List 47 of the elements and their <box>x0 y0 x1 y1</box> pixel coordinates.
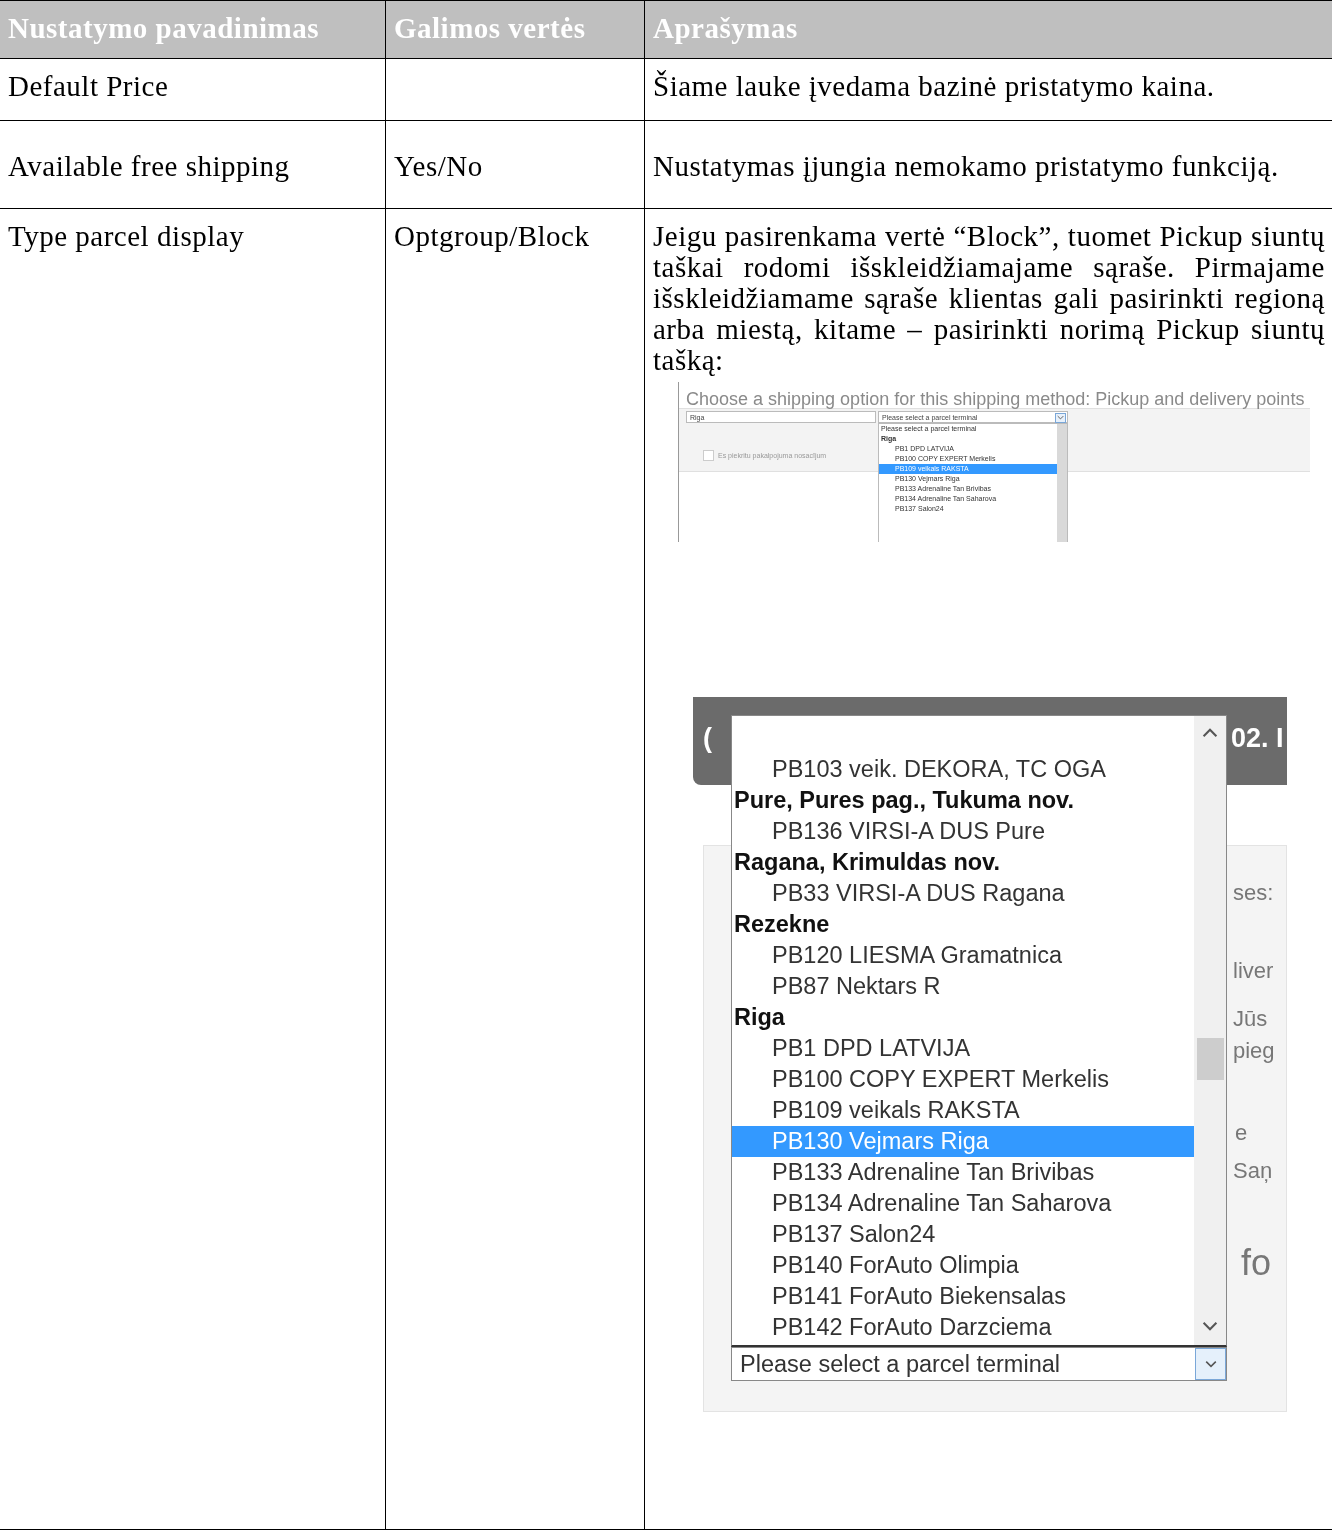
setting-name-header: Nustatymo pavadinimas <box>0 0 386 59</box>
dropdown-option[interactable]: PB109 veikals RAKSTA <box>732 1095 1194 1126</box>
dropdown-option[interactable]: PB133 Adrenaline Tan Brivibas <box>732 1157 1194 1188</box>
table-cell: Default Price <box>0 58 386 121</box>
checkbox[interactable] <box>703 450 714 461</box>
chevron-down-icon <box>1204 1360 1217 1368</box>
table-cell: Optgroup/Block <box>385 208 645 1530</box>
background-text: ses: <box>1233 879 1274 907</box>
description-text: Jeigu pasirenkama vertė “Block”, tuomet Pickup siuntų taškai rodomi išskleidžiamajame sąraše. Pirmajame išskleidžiamame sąraše klientas gali pasirinkti regioną arba miestą, kitame – pasirinkti norimą Pickup siuntų tašką: <box>653 221 1325 376</box>
dropdown-option[interactable]: PB100 COPY EXPERT Merkelis <box>732 1064 1194 1095</box>
values-header: Galimos vertės <box>385 0 645 59</box>
option-group-label: Rezekne <box>733 910 831 939</box>
dropdown-button[interactable] <box>1055 413 1066 423</box>
header-text: ( <box>703 723 712 754</box>
option-group-label: Ragana, Krimuldas nov. <box>733 848 1001 877</box>
dropdown-option[interactable]: PB137 Salon24 <box>732 1219 1194 1250</box>
chevron-down-icon <box>1057 415 1064 420</box>
header-text: 02. I <box>1231 723 1284 754</box>
dropdown-option[interactable]: PB1 DPD LATVIJA <box>732 1033 1194 1064</box>
dropdown-option[interactable]: PB87 Nektars R <box>732 971 1194 1002</box>
dropdown-option[interactable]: PB142 ForAuto Darzciema <box>732 1312 1194 1343</box>
chevron-up-icon <box>1202 728 1218 738</box>
background-text: liver <box>1233 957 1274 985</box>
dropdown-option[interactable]: PB141 ForAuto Biekensalas <box>732 1281 1194 1312</box>
dropdown-option[interactable]: PB103 veik. DEKORA, TC OGA <box>732 754 1194 785</box>
dropdown-option[interactable]: PB136 VIRSI-A DUS Pure <box>732 816 1194 847</box>
option-group-label: Pure, Pures pag., Tukuma nov. <box>733 786 1075 815</box>
dropdown-option[interactable]: PB33 VIRSI-A DUS Ragana <box>732 878 1194 909</box>
terminal-select[interactable]: Please select a parcel terminal <box>731 1347 1227 1381</box>
dropdown-option[interactable]: PB140 ForAuto Olimpia <box>732 1250 1194 1281</box>
dropdown-option[interactable]: PB134 Adrenaline Tan Saharova <box>732 1188 1194 1219</box>
chevron-down-icon <box>1202 1321 1218 1331</box>
scrollbar-thumb[interactable] <box>1197 1038 1224 1080</box>
description-header: Aprašymas <box>644 0 1332 59</box>
shipping-option-heading: Choose a shipping option for this shipping method: Pickup and delivery points <box>686 388 1305 411</box>
background-text: Jūs <box>1233 1005 1268 1033</box>
table-cell: Yes/No <box>385 120 645 209</box>
background-text: pieg <box>1233 1037 1275 1065</box>
select-value: Please select a parcel terminal <box>740 1351 1060 1377</box>
option-group-label: Riga <box>733 1003 786 1032</box>
table-cell: Available free shipping <box>0 120 386 209</box>
background-text: Saņ <box>1233 1157 1273 1185</box>
table-cell: Type parcel display <box>0 208 386 1530</box>
background-text: fo <box>1241 1247 1272 1278</box>
dropdown-button[interactable] <box>1195 1348 1226 1380</box>
background-text: e <box>1235 1119 1248 1147</box>
dropdown-option[interactable]: PB120 LIESMA Gramatnica <box>732 940 1194 971</box>
